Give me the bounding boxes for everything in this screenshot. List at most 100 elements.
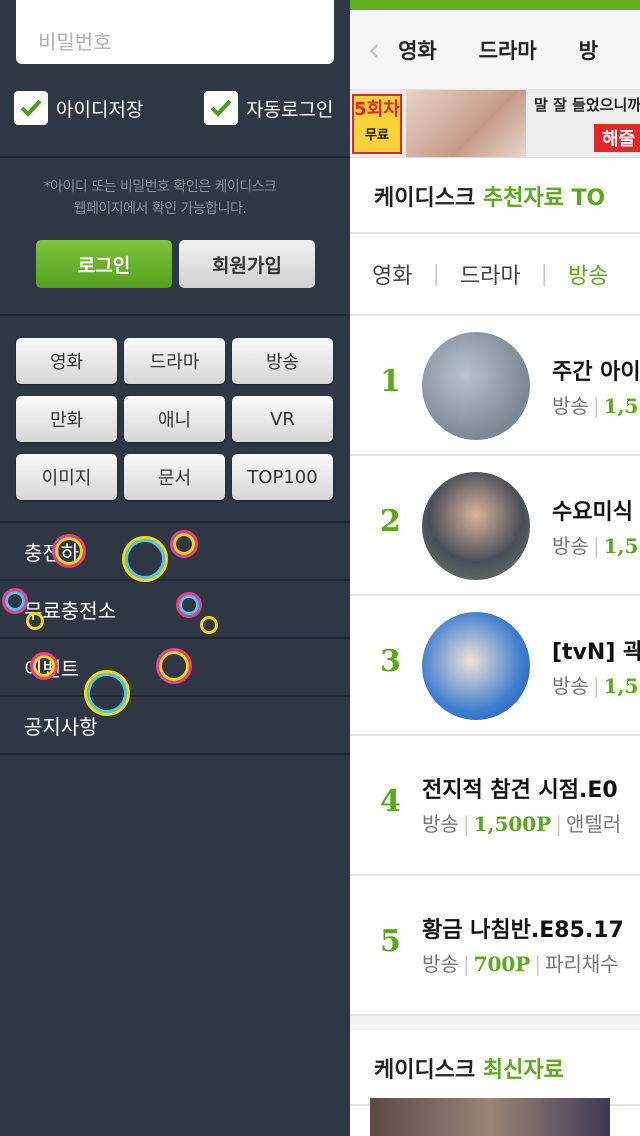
recommended-filter: 영화 | 드라마 | 방송	[350, 234, 640, 316]
auto-login-label: 자동로그인	[246, 98, 334, 121]
menu-item-label: 공지사항	[24, 715, 98, 739]
item-category: 방송	[552, 674, 589, 698]
section-gap	[350, 1016, 640, 1030]
nav-tab-drama[interactable]: 드라마	[479, 35, 537, 65]
rank-number: 3	[380, 644, 401, 679]
item-uploader: 파리채수	[545, 952, 619, 976]
meta-divider: |	[592, 534, 600, 558]
item-meta: 방송 | 700P | 파리채수	[422, 948, 619, 977]
item-category: 방송	[422, 952, 459, 976]
item-category: 방송	[552, 394, 589, 418]
list-item[interactable]: 1 주간 아이 방송 | 1,5	[350, 316, 640, 456]
menu-item-notice[interactable]: 공지사항	[0, 697, 350, 755]
item-meta: 방송 | 1,500P | 앤텔러	[422, 808, 621, 837]
menu-item-label: 충전하	[24, 541, 80, 565]
meta-divider: |	[555, 812, 562, 836]
filter-divider: |	[540, 261, 549, 287]
item-points: 700P	[473, 952, 531, 976]
category-button-broadcast[interactable]: 방송	[232, 338, 333, 384]
banner-badge-sub: 무료	[365, 128, 389, 143]
category-button-vr[interactable]: VR	[232, 396, 333, 442]
filter-movie[interactable]: 영화	[372, 258, 412, 290]
item-title: 수요미식	[552, 500, 633, 525]
rank-number: 1	[380, 364, 401, 399]
latest-thumbnail[interactable]	[370, 1098, 610, 1136]
meta-divider: |	[462, 812, 470, 836]
section-title-prefix: 케이디스크	[374, 186, 483, 211]
main-content: ‹ 영화 드라마 방 5회차 무료 말 잘 들었으니까 해줄 케이디스크 추천자…	[350, 0, 640, 1136]
save-id-checkbox[interactable]: 아이디저장	[14, 90, 143, 126]
checkmark-icon	[14, 91, 48, 125]
password-input[interactable]: 비밀번호	[16, 0, 334, 64]
menu-item-label: 무료충전소	[24, 599, 116, 623]
list-item[interactable]: 2 수요미식 방송 | 1,5	[350, 456, 640, 596]
item-points: 1,500P	[473, 812, 552, 836]
menu-item-charge[interactable]: 충전하	[0, 523, 350, 581]
banner-badge: 5회차 무료	[352, 94, 402, 154]
item-points: 1,5	[603, 394, 639, 418]
category-button-movie[interactable]: 영화	[16, 338, 117, 384]
meta-divider: |	[592, 674, 600, 698]
meta-divider: |	[592, 394, 600, 418]
section-title-highlight: 추천자료 TO	[482, 186, 606, 211]
category-button-document[interactable]: 문서	[124, 454, 225, 500]
rank-number: 4	[380, 784, 401, 819]
category-button-image[interactable]: 이미지	[16, 454, 117, 500]
category-button-drama[interactable]: 드라마	[124, 338, 225, 384]
top-accent-bar	[350, 0, 640, 10]
auto-login-checkbox[interactable]: 자동로그인	[204, 90, 333, 126]
checkmark-icon	[204, 91, 238, 125]
section-title-highlight: 최신자료	[482, 1058, 564, 1083]
category-button-anime[interactable]: 애니	[124, 396, 225, 442]
meta-divider: |	[462, 952, 470, 976]
side-menu: 비밀번호 아이디저장 자동로그인 *아이디 또는 비밀번호 확인은 케이디스크 …	[0, 0, 350, 1136]
item-category: 방송	[422, 812, 459, 836]
save-id-label: 아이디저장	[56, 98, 144, 121]
list-item[interactable]: 3 [tvN] 곽 방송 | 1,5	[350, 596, 640, 736]
category-grid: 영화 드라마 방송 만화 애니 VR 이미지 문서 TOP100	[16, 338, 334, 500]
menu-item-free-charge[interactable]: 무료충전소	[0, 581, 350, 639]
category-button-top100[interactable]: TOP100	[232, 454, 333, 500]
login-notice: *아이디 또는 비밀번호 확인은 케이디스크 웹페이지에서 확인 가능합니다.	[0, 176, 320, 220]
category-button-comic[interactable]: 만화	[16, 396, 117, 442]
banner-button: 해줄	[594, 124, 640, 152]
filter-divider: |	[432, 261, 440, 287]
category-nav: ‹ 영화 드라마 방	[350, 10, 640, 90]
item-uploader: 앤텔러	[565, 812, 622, 836]
chevron-left-icon[interactable]: ‹	[350, 30, 398, 70]
list-item[interactable]: 4 전지적 참견 시점.E0 방송 | 1,500P | 앤텔러	[350, 736, 640, 876]
item-thumbnail	[422, 332, 530, 440]
menu-item-label: 이벤트	[24, 657, 80, 681]
notice-line: 웹페이지에서 확인 가능합니다.	[73, 201, 247, 217]
filter-broadcast[interactable]: 방송	[568, 258, 608, 290]
item-points: 1,5	[603, 674, 639, 698]
login-button[interactable]: 로그인	[36, 240, 172, 288]
meta-divider: |	[534, 952, 542, 976]
nav-tab-movie[interactable]: 영화	[398, 35, 437, 65]
rank-number: 2	[380, 504, 401, 539]
banner-illustration	[406, 90, 526, 157]
latest-title: 케이디스크 최신자료	[350, 1030, 640, 1106]
item-meta: 방송 | 1,5	[552, 670, 638, 699]
notice-line: *아이디 또는 비밀번호 확인은 케이디스크	[43, 179, 277, 195]
item-thumbnail	[422, 472, 530, 580]
item-title: 주간 아이	[552, 360, 640, 385]
banner-badge-number: 5회차	[354, 99, 400, 120]
filter-drama[interactable]: 드라마	[460, 258, 521, 290]
item-meta: 방송 | 1,5	[552, 390, 638, 419]
item-title: [tvN] 곽	[552, 640, 640, 665]
rank-number: 5	[380, 924, 401, 959]
menu-item-event[interactable]: 이벤트	[0, 639, 350, 697]
nav-tab-broadcast[interactable]: 방	[579, 35, 598, 65]
banner-text: 말 잘 들었으니까	[534, 96, 640, 114]
section-title-prefix: 케이디스크	[374, 1058, 483, 1083]
list-item[interactable]: 5 황금 나침반.E85.17 방송 | 700P | 파리채수	[350, 876, 640, 1016]
item-title: 황금 나침반.E85.17	[422, 918, 624, 943]
item-thumbnail	[422, 612, 530, 720]
ad-banner[interactable]: 5회차 무료 말 잘 들었으니까 해줄	[350, 90, 640, 158]
divider	[0, 156, 350, 158]
join-button[interactable]: 회원가입	[179, 240, 315, 288]
item-category: 방송	[552, 534, 589, 558]
item-meta: 방송 | 1,5	[552, 530, 638, 559]
divider	[0, 314, 350, 316]
